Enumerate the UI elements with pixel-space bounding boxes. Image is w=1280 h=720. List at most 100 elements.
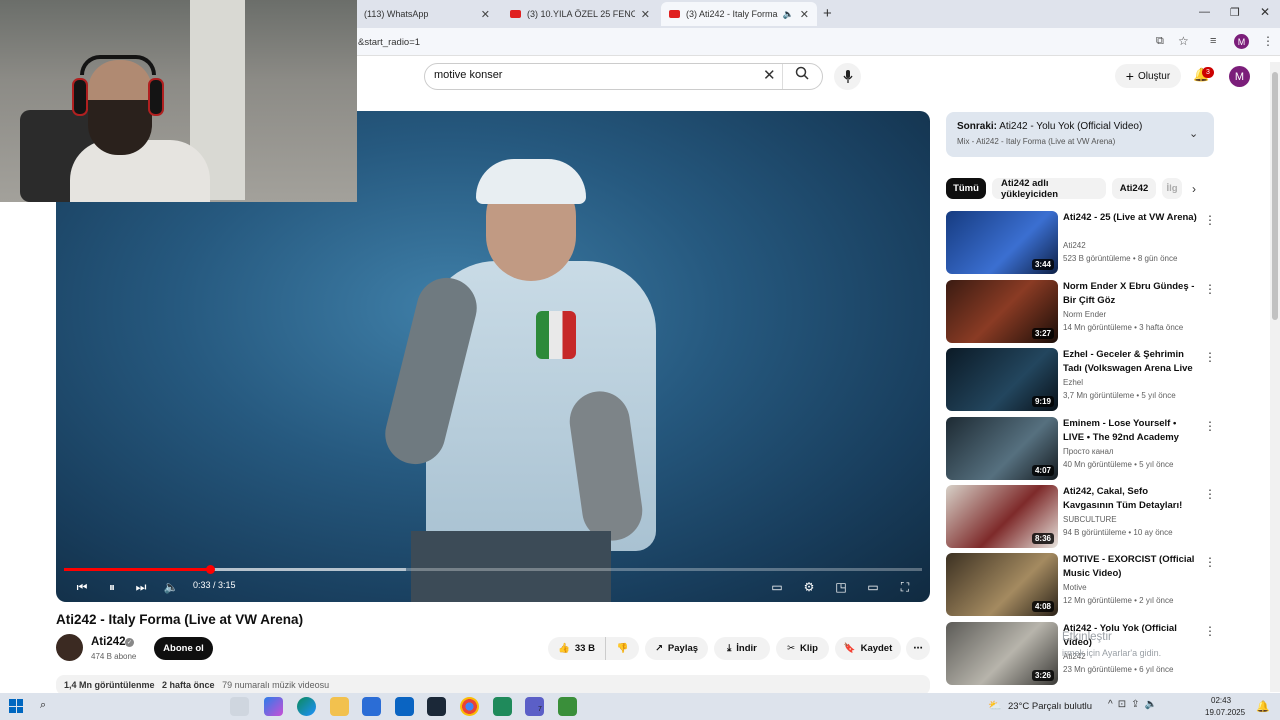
chrome-icon[interactable] bbox=[460, 697, 479, 716]
close-icon[interactable]: ✕ bbox=[481, 8, 490, 21]
media-queue-icon[interactable]: ≡ bbox=[1210, 35, 1216, 47]
task-view-icon[interactable] bbox=[230, 697, 249, 716]
clip-button[interactable]: ✂ Klip bbox=[776, 637, 829, 660]
video-thumbnail[interactable]: 8:36 bbox=[946, 485, 1058, 548]
store-icon[interactable] bbox=[362, 697, 381, 716]
menu-icon[interactable]: ⋮ bbox=[1262, 34, 1274, 48]
close-icon[interactable]: ✕ bbox=[800, 8, 809, 21]
dislike-button[interactable]: 👎 bbox=[605, 637, 639, 660]
weather-icon[interactable]: ⛅ bbox=[988, 699, 1002, 712]
subtitles-icon[interactable]: ▭ bbox=[767, 578, 787, 596]
scrubber-handle[interactable] bbox=[206, 565, 215, 574]
tab-fenomen[interactable]: (3) 10.YILA ÖZEL 25 FENOMEN ✕ bbox=[502, 2, 658, 26]
chip-from-uploader[interactable]: Ati242 adlı yükleyiciden bbox=[992, 178, 1106, 200]
clock-date[interactable]: 19.07.2025 bbox=[1205, 708, 1245, 717]
recommendation-item[interactable]: 9:19 Ezhel - Geceler & Şehrimin Tadı (Vol… bbox=[946, 348, 1216, 412]
download-button[interactable]: ⤓ İndir bbox=[714, 637, 770, 660]
next-icon[interactable]: ⏭ bbox=[131, 578, 151, 596]
chip-channel[interactable]: Ati242 bbox=[1112, 178, 1156, 199]
chevron-down-icon[interactable]: ⌄ bbox=[1189, 127, 1198, 140]
recommendation-title[interactable]: Ati242, Cakal, Sefo Kavgasının Tüm Detay… bbox=[1063, 485, 1198, 512]
tray-icons[interactable]: ^⊡⇪🔈 bbox=[1108, 699, 1162, 710]
more-options-icon[interactable]: ⋮ bbox=[1204, 350, 1216, 364]
recommendation-channel[interactable]: Просто канал bbox=[1063, 447, 1114, 456]
more-actions-icon[interactable]: ⋯ bbox=[906, 637, 930, 660]
calculator-icon[interactable] bbox=[558, 697, 577, 716]
subscribe-button[interactable]: Abone ol bbox=[154, 637, 213, 660]
video-thumbnail[interactable]: 9:19 bbox=[946, 348, 1058, 411]
recommendation-channel[interactable]: Motive bbox=[1063, 583, 1087, 592]
copilot-icon[interactable] bbox=[264, 697, 283, 716]
app-icon[interactable] bbox=[493, 697, 512, 716]
notification-center-icon[interactable]: 🔔 bbox=[1256, 700, 1270, 713]
new-tab-icon[interactable]: + bbox=[823, 5, 832, 22]
search-icon[interactable] bbox=[795, 66, 809, 83]
save-button[interactable]: 🔖 Kaydet bbox=[835, 637, 901, 660]
recommendation-item[interactable]: 4:08 MOTIVE - EXORCIST (Official Music Vi… bbox=[946, 553, 1216, 617]
recommendation-title[interactable]: Norm Ender X Ebru Gündeş - Bir Çift Göz bbox=[1063, 280, 1198, 307]
miniplayer-icon[interactable]: ◳ bbox=[831, 578, 851, 596]
video-thumbnail[interactable]: 3:26 bbox=[946, 622, 1058, 685]
recommendation-item[interactable]: 3:44 Ati242 - 25 (Live at VW Arena) Ati242… bbox=[946, 211, 1216, 275]
video-thumbnail[interactable]: 4:08 bbox=[946, 553, 1058, 616]
more-options-icon[interactable]: ⋮ bbox=[1204, 624, 1216, 638]
clock-time[interactable]: 02:43 bbox=[1211, 696, 1231, 705]
video-thumbnail[interactable]: 3:44 bbox=[946, 211, 1058, 274]
recommendation-item[interactable]: 3:27 Norm Ender X Ebru Gündeş - Bir Çift … bbox=[946, 280, 1216, 344]
previous-icon[interactable]: ⏮ bbox=[72, 578, 92, 596]
recommendation-channel[interactable]: Norm Ender bbox=[1063, 310, 1106, 319]
recommendation-channel[interactable]: Ezhel bbox=[1063, 378, 1083, 387]
up-next-panel[interactable] bbox=[946, 112, 1214, 157]
url-text[interactable]: &start_radio=1 bbox=[358, 37, 420, 48]
recommendation-title[interactable]: MOTIVE - EXORCIST (Official Music Video) bbox=[1063, 553, 1198, 580]
more-options-icon[interactable]: ⋮ bbox=[1204, 487, 1216, 501]
chip-all[interactable]: Tümü bbox=[946, 178, 986, 199]
recommendation-channel[interactable]: SUBCULTURE bbox=[1063, 515, 1117, 524]
account-avatar[interactable]: M bbox=[1229, 66, 1250, 87]
windows-start-icon[interactable] bbox=[9, 699, 23, 713]
recommendation-channel[interactable]: Ati242 bbox=[1063, 241, 1086, 250]
create-button[interactable]: + Oluştur bbox=[1115, 64, 1181, 88]
mic-icon[interactable] bbox=[834, 63, 861, 90]
outlook-icon[interactable] bbox=[395, 697, 414, 716]
more-options-icon[interactable]: ⋮ bbox=[1204, 419, 1216, 433]
recommendation-title[interactable]: Ati242 - 25 (Live at VW Arena) bbox=[1063, 211, 1198, 225]
theater-mode-icon[interactable]: ▭ bbox=[863, 578, 883, 596]
tab-whatsapp[interactable]: (113) WhatsApp ✕ bbox=[356, 2, 498, 26]
taskbar-search-icon[interactable]: ⌕ bbox=[40, 699, 46, 712]
recommendation-item[interactable]: 4:07 Eminem - Lose Yourself • LIVE • The … bbox=[946, 417, 1216, 481]
channel-name[interactable]: Ati242 bbox=[91, 636, 126, 648]
scrollbar-thumb[interactable] bbox=[1272, 72, 1278, 320]
weather-text[interactable]: 23°C Parçalı bulutlu bbox=[1008, 701, 1092, 712]
restore-icon[interactable]: ❐ bbox=[1230, 6, 1240, 19]
edge-icon[interactable] bbox=[297, 697, 316, 716]
minimize-icon[interactable]: — bbox=[1199, 6, 1210, 18]
file-explorer-icon[interactable] bbox=[330, 697, 349, 716]
like-button[interactable]: 👍 33 B bbox=[548, 637, 605, 660]
search-input[interactable]: motive konser bbox=[434, 69, 502, 81]
volume-icon[interactable]: 🔈 bbox=[161, 578, 181, 596]
video-thumbnail[interactable]: 3:27 bbox=[946, 280, 1058, 343]
fullscreen-icon[interactable]: ⛶ bbox=[895, 578, 915, 596]
steam-icon[interactable] bbox=[427, 697, 446, 716]
pause-icon[interactable]: ⏸ bbox=[102, 578, 122, 596]
video-thumbnail[interactable]: 4:07 bbox=[946, 417, 1058, 480]
share-button[interactable]: ↗ Paylaş bbox=[645, 637, 708, 660]
close-icon[interactable]: ✕ bbox=[641, 8, 650, 21]
install-icon[interactable]: ⧉ bbox=[1156, 35, 1164, 48]
recommendation-item[interactable]: 8:36 Ati242, Cakal, Sefo Kavgasının Tüm D… bbox=[946, 485, 1216, 549]
more-options-icon[interactable]: ⋮ bbox=[1204, 555, 1216, 569]
window-close-icon[interactable]: ✕ bbox=[1260, 5, 1270, 19]
tab-active-video[interactable]: (3) Ati242 - Italy Forma (Live 🔈 ✕ bbox=[661, 2, 817, 26]
bookmark-star-icon[interactable]: ☆ bbox=[1178, 34, 1189, 48]
profile-avatar[interactable]: M bbox=[1234, 34, 1249, 49]
more-options-icon[interactable]: ⋮ bbox=[1204, 213, 1216, 227]
chip-related[interactable]: İlg bbox=[1162, 178, 1182, 199]
settings-gear-icon[interactable]: ⚙ bbox=[799, 578, 819, 596]
recommendation-title[interactable]: Eminem - Lose Yourself • LIVE • The 92nd… bbox=[1063, 417, 1198, 445]
clear-search-icon[interactable]: ✕ bbox=[763, 66, 776, 84]
more-options-icon[interactable]: ⋮ bbox=[1204, 282, 1216, 296]
channel-avatar[interactable] bbox=[56, 634, 83, 661]
chevron-right-icon[interactable]: › bbox=[1192, 182, 1196, 196]
recommendation-title[interactable]: Ezhel - Geceler & Şehrimin Tadı (Volkswa… bbox=[1063, 348, 1198, 376]
